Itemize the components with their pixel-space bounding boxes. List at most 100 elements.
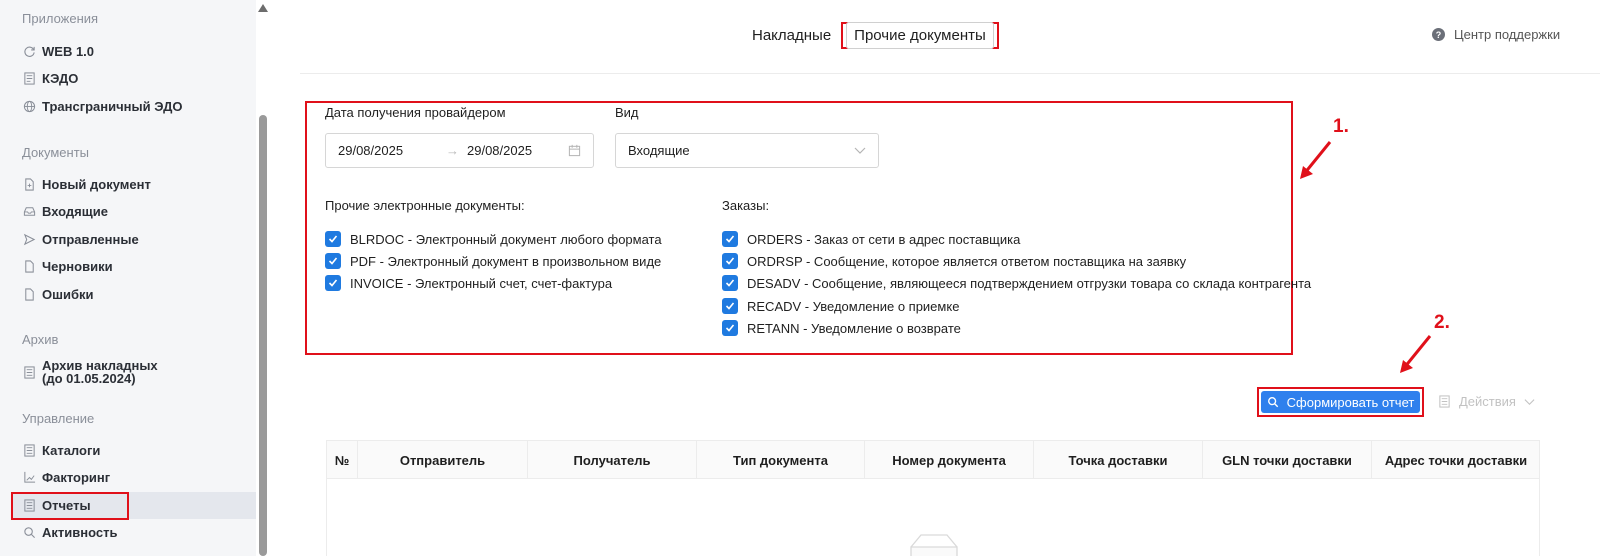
checkbox-row-retann[interactable]: RETANN - Уведомление о возврате xyxy=(722,320,961,336)
sidebar-item-label: КЭДО xyxy=(42,71,79,86)
sidebar-item-errors[interactable]: Ошибки xyxy=(12,281,256,308)
sidebar-item-factoring[interactable]: Факторинг xyxy=(12,464,256,491)
annotation-arrow-1-icon xyxy=(1300,141,1332,179)
highlight-box-generate: Сформировать отчет xyxy=(1257,387,1424,417)
checkbox-row-orders[interactable]: ORDERS - Заказ от сети в адрес поставщик… xyxy=(722,231,1020,247)
file-error-icon xyxy=(22,288,36,302)
actions-dropdown[interactable]: Действия xyxy=(1438,394,1543,409)
checkbox-checked[interactable] xyxy=(325,275,341,291)
annotation-arrow-2-icon xyxy=(1400,335,1432,373)
file-plus-icon xyxy=(22,178,36,192)
support-center-link[interactable]: ? Центр поддержки xyxy=(1432,27,1560,42)
checkbox-row-invoice[interactable]: INVOICE - Электронный счет, счет-фактура xyxy=(325,275,612,291)
sidebar-item-activity[interactable]: Активность xyxy=(12,519,256,546)
date-range-picker[interactable]: 29/08/2025 → 29/08/2025 xyxy=(325,133,594,168)
sidebar-item-label: WEB 1.0 xyxy=(42,44,95,59)
column-header-delivery-point[interactable]: Точка доставки xyxy=(1034,441,1203,479)
search-icon xyxy=(22,526,36,540)
type-label: Вид xyxy=(615,105,639,120)
sidebar-section-documents: Документы xyxy=(22,145,90,160)
checkbox-label: ORDERS - Заказ от сети в адрес поставщик… xyxy=(747,231,1021,247)
sidebar-item-label: Отчеты xyxy=(42,498,91,513)
checkbox-label: ORDRSP - Сообщение, которое является отв… xyxy=(747,253,1187,269)
highlight-box-tab: Прочие документы xyxy=(841,22,999,49)
sidebar-item-reports[interactable]: Отчеты xyxy=(12,492,256,519)
sidebar-item-web[interactable]: WEB 1.0 xyxy=(12,38,256,65)
checkbox-label: RETANN - Уведомление о возврате xyxy=(747,320,961,336)
date-from[interactable]: 29/08/2025 xyxy=(338,143,403,158)
checkbox-label: BLRDOC - Электронный документ любого фор… xyxy=(350,231,662,247)
checkbox-label: PDF - Электронный документ в произвольно… xyxy=(350,253,662,269)
sidebar-section-apps: Приложения xyxy=(22,11,99,26)
type-select[interactable]: Входящие xyxy=(615,133,879,168)
sidebar-item-label: Активность xyxy=(42,525,118,540)
sidebar-scrollbar[interactable] xyxy=(256,0,270,556)
checkbox-row-blrdoc[interactable]: BLRDOC - Электронный документ любого фор… xyxy=(325,231,662,247)
column-header-sender[interactable]: Отправитель xyxy=(358,441,528,479)
date-to[interactable]: 29/08/2025 xyxy=(467,143,532,158)
actions-label: Действия xyxy=(1459,394,1516,409)
document-tabs: Накладные Прочие документы xyxy=(752,22,999,49)
sidebar-section-management: Управление xyxy=(22,411,95,426)
checkbox-row-ordrsp[interactable]: ORDRSP - Сообщение, которое является отв… xyxy=(722,253,1186,269)
checkbox-row-desadv[interactable]: DESADV - Сообщение, являющееся подтвержд… xyxy=(722,275,1311,291)
sidebar-item-sublabel: (до 01.05.2024) xyxy=(42,371,136,386)
sidebar-item-sent[interactable]: Отправленные xyxy=(12,226,256,253)
checkbox-row-pdf[interactable]: PDF - Электронный документ в произвольно… xyxy=(325,253,661,269)
date-range-label: Дата получения провайдером xyxy=(325,105,506,120)
sidebar-item-kedo[interactable]: КЭДО xyxy=(12,65,256,92)
sidebar-item-label: Факторинг xyxy=(42,470,111,485)
sidebar-item-catalogs[interactable]: Каталоги xyxy=(12,437,256,464)
checkbox-checked[interactable] xyxy=(722,275,738,291)
column-header-recipient[interactable]: Получатель xyxy=(528,441,697,479)
report-table: № Отправитель Получатель Тип документа Н… xyxy=(326,440,1540,556)
file-icon xyxy=(22,260,36,274)
scroll-thumb[interactable] xyxy=(259,115,267,556)
calendar-icon[interactable] xyxy=(568,144,581,160)
app-root: Приложения WEB 1.0 КЭДО Трансграничный Э… xyxy=(0,0,1600,556)
archive-list-icon xyxy=(22,365,36,379)
sidebar-item-drafts[interactable]: Черновики xyxy=(12,253,256,280)
column-header-delivery-point-address[interactable]: Адрес точки доставки xyxy=(1372,441,1540,479)
column-header-number[interactable]: № xyxy=(327,441,358,479)
report-icon xyxy=(22,499,36,513)
catalog-icon xyxy=(22,444,36,458)
checkbox-label: DESADV - Сообщение, являющееся подтвержд… xyxy=(747,275,1312,291)
checkbox-checked[interactable] xyxy=(722,231,738,247)
sidebar-item-incoming[interactable]: Входящие xyxy=(12,198,256,225)
sidebar-item-new-document[interactable]: Новый документ xyxy=(12,171,256,198)
question-icon: ? xyxy=(1432,28,1445,41)
sidebar-item-label: Каталоги xyxy=(42,443,101,458)
sidebar-item-label: Ошибки xyxy=(42,287,94,302)
annotation-number-2: 2. xyxy=(1434,312,1450,333)
globe-icon xyxy=(22,100,36,114)
checkbox-checked[interactable] xyxy=(325,231,341,247)
generate-report-button[interactable]: Сформировать отчет xyxy=(1261,391,1420,413)
sidebar-item-cross-border[interactable]: Трансграничный ЭДО xyxy=(12,93,256,120)
scroll-up-arrow-icon[interactable] xyxy=(258,4,268,12)
list-icon xyxy=(1439,395,1450,408)
tab-waybills[interactable]: Накладные xyxy=(752,27,831,44)
sidebar-item-archive-waybills[interactable]: Архив накладных (до 01.05.2024) xyxy=(12,352,256,392)
search-icon xyxy=(1267,397,1278,408)
column-header-document-number[interactable]: Номер документа xyxy=(865,441,1034,479)
checkbox-checked[interactable] xyxy=(722,253,738,269)
column-header-delivery-point-gln[interactable]: GLN точки доставки xyxy=(1203,441,1372,479)
sidebar-item-label: Трансграничный ЭДО xyxy=(42,99,183,114)
sidebar-item-label: Отправленные xyxy=(42,232,139,247)
chevron-down-icon xyxy=(854,144,866,159)
column-header-document-type[interactable]: Тип документа xyxy=(697,441,865,479)
send-icon xyxy=(22,233,36,247)
header-divider xyxy=(300,73,1600,74)
document-list-icon xyxy=(22,72,36,86)
tab-other-documents[interactable]: Прочие документы xyxy=(846,22,994,49)
orders-label: Заказы: xyxy=(722,198,770,213)
generate-report-label: Сформировать отчет xyxy=(1286,394,1415,410)
checkbox-checked[interactable] xyxy=(722,298,738,314)
sidebar-item-label: Черновики xyxy=(42,259,113,274)
checkbox-row-recadv[interactable]: RECADV - Уведомление о приемке xyxy=(722,298,959,314)
sidebar-item-label: Новый документ xyxy=(42,177,151,192)
checkbox-checked[interactable] xyxy=(722,320,738,336)
checkbox-checked[interactable] xyxy=(325,253,341,269)
sidebar-item-label: Входящие xyxy=(42,204,108,219)
